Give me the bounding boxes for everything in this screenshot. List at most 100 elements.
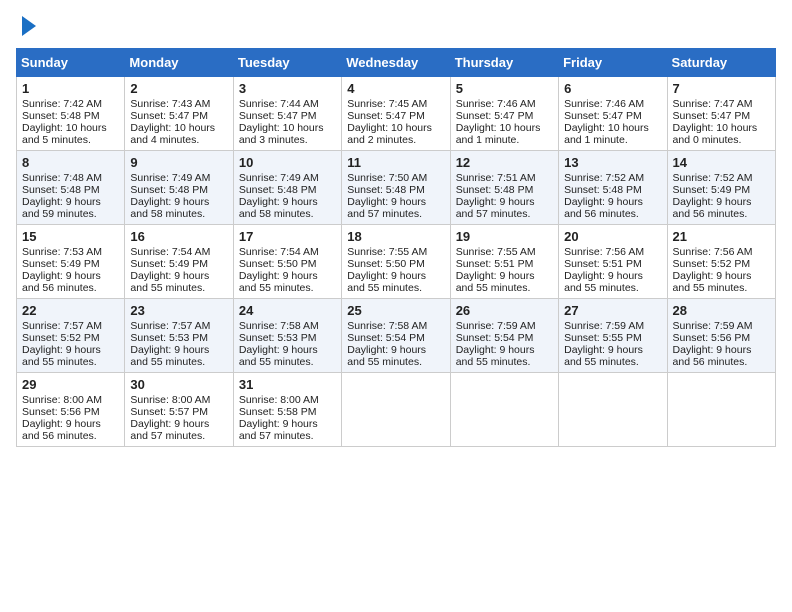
calendar-cell: 26Sunrise: 7:59 AMSunset: 5:54 PMDayligh… <box>450 299 558 373</box>
sunset-text: Sunset: 5:47 PM <box>456 110 534 122</box>
sunset-text: Sunset: 5:47 PM <box>673 110 751 122</box>
daylight-label: Daylight: 9 hours and 56 minutes. <box>22 270 101 294</box>
sunrise-text: Sunrise: 8:00 AM <box>22 394 102 406</box>
calendar-header-saturday: Saturday <box>667 49 775 77</box>
calendar-header-wednesday: Wednesday <box>342 49 450 77</box>
daylight-label: Daylight: 10 hours and 0 minutes. <box>673 122 758 146</box>
day-number: 29 <box>22 377 119 392</box>
calendar-cell: 19 Sunrise: 7:55 AMSunset: 5:51 PMDayligh… <box>450 225 558 299</box>
calendar-cell: 14Sunrise: 7:52 AMSunset: 5:49 PMDayligh… <box>667 151 775 225</box>
calendar-cell: 13Sunrise: 7:52 AMSunset: 5:48 PMDayligh… <box>559 151 667 225</box>
calendar-cell: 31Sunrise: 8:00 AMSunset: 5:58 PMDayligh… <box>233 373 341 447</box>
sunrise-text: Sunrise: 7:49 AM <box>130 172 210 184</box>
day-number: 10 <box>239 155 336 170</box>
day-number: 28 <box>673 303 770 318</box>
sunrise-text: Sunrise: 7:52 AM <box>564 172 644 184</box>
sunset-text: Sunset: 5:47 PM <box>564 110 642 122</box>
day-number: 7 <box>673 81 770 96</box>
day-number: 22 <box>22 303 119 318</box>
sunrise-text: Sunrise: 7:46 AM <box>456 98 536 110</box>
sunrise-text: Sunrise: 7:52 AM <box>673 172 753 184</box>
daylight-label: Daylight: 9 hours and 56 minutes. <box>673 344 752 368</box>
calendar-cell: 9Sunrise: 7:49 AMSunset: 5:48 PMDaylight… <box>125 151 233 225</box>
daylight-label: Daylight: 9 hours and 55 minutes. <box>22 344 101 368</box>
calendar-week-1: 1Sunrise: 7:42 AMSunset: 5:48 PMDaylight… <box>17 77 776 151</box>
calendar-cell: 5Sunrise: 7:46 AMSunset: 5:47 PMDaylight… <box>450 77 558 151</box>
calendar-header-row: SundayMondayTuesdayWednesdayThursdayFrid… <box>17 49 776 77</box>
day-number: 19 <box>456 229 553 244</box>
logo <box>16 16 36 36</box>
calendar-week-2: 8Sunrise: 7:48 AMSunset: 5:48 PMDaylight… <box>17 151 776 225</box>
sunset-text: Sunset: 5:51 PM <box>456 258 534 270</box>
calendar-cell: 16Sunrise: 7:54 AMSunset: 5:49 PMDayligh… <box>125 225 233 299</box>
sunrise-text: Sunrise: 7:56 AM <box>673 246 753 258</box>
calendar-cell <box>667 373 775 447</box>
calendar-cell: 8Sunrise: 7:48 AMSunset: 5:48 PMDaylight… <box>17 151 125 225</box>
daylight-label: Daylight: 9 hours and 59 minutes. <box>22 196 101 220</box>
sunrise-text: Sunrise: 8:00 AM <box>239 394 319 406</box>
calendar-cell: 18Sunrise: 7:55 AMSunset: 5:50 PMDayligh… <box>342 225 450 299</box>
daylight-label: Daylight: 9 hours and 55 minutes. <box>347 344 426 368</box>
sunrise-text: Sunrise: 7:55 AM <box>456 246 536 258</box>
sunset-text: Sunset: 5:47 PM <box>347 110 425 122</box>
day-number: 11 <box>347 155 444 170</box>
daylight-label: Daylight: 9 hours and 55 minutes. <box>456 270 535 294</box>
sunrise-text: Sunrise: 7:42 AM <box>22 98 102 110</box>
calendar-table: SundayMondayTuesdayWednesdayThursdayFrid… <box>16 48 776 447</box>
sunrise-text: Sunrise: 7:47 AM <box>673 98 753 110</box>
sunset-text: Sunset: 5:48 PM <box>130 184 208 196</box>
sunrise-text: Sunrise: 7:56 AM <box>564 246 644 258</box>
calendar-header-tuesday: Tuesday <box>233 49 341 77</box>
calendar-cell: 1Sunrise: 7:42 AMSunset: 5:48 PMDaylight… <box>17 77 125 151</box>
day-number: 18 <box>347 229 444 244</box>
daylight-label: Daylight: 9 hours and 55 minutes. <box>239 344 318 368</box>
calendar-cell: 17Sunrise: 7:54 AMSunset: 5:50 PMDayligh… <box>233 225 341 299</box>
calendar-cell: 29Sunrise: 8:00 AMSunset: 5:56 PMDayligh… <box>17 373 125 447</box>
calendar-cell: 4Sunrise: 7:45 AMSunset: 5:47 PMDaylight… <box>342 77 450 151</box>
sunrise-text: Sunrise: 8:00 AM <box>130 394 210 406</box>
sunset-text: Sunset: 5:53 PM <box>239 332 317 344</box>
calendar-cell: 7 Sunrise: 7:47 AMSunset: 5:47 PMDaylight… <box>667 77 775 151</box>
sunset-text: Sunset: 5:48 PM <box>22 184 100 196</box>
day-number: 9 <box>130 155 227 170</box>
day-number: 27 <box>564 303 661 318</box>
sunrise-text: Sunrise: 7:51 AM <box>456 172 536 184</box>
sunset-text: Sunset: 5:47 PM <box>130 110 208 122</box>
sunset-text: Sunset: 5:49 PM <box>673 184 751 196</box>
calendar-header-friday: Friday <box>559 49 667 77</box>
sunrise-text: Sunrise: 7:44 AM <box>239 98 319 110</box>
sunset-text: Sunset: 5:55 PM <box>564 332 642 344</box>
sunset-text: Sunset: 5:50 PM <box>347 258 425 270</box>
sunrise-text: Sunrise: 7:58 AM <box>347 320 427 332</box>
day-number: 21 <box>673 229 770 244</box>
calendar-header-sunday: Sunday <box>17 49 125 77</box>
calendar-cell: 22Sunrise: 7:57 AMSunset: 5:52 PMDayligh… <box>17 299 125 373</box>
daylight-label: Daylight: 9 hours and 56 minutes. <box>22 418 101 442</box>
calendar-cell: 20Sunrise: 7:56 AMSunset: 5:51 PMDayligh… <box>559 225 667 299</box>
daylight-label: Daylight: 10 hours and 5 minutes. <box>22 122 107 146</box>
calendar-cell: 10Sunrise: 7:49 AMSunset: 5:48 PMDayligh… <box>233 151 341 225</box>
daylight-label: Daylight: 10 hours and 1 minute. <box>456 122 541 146</box>
calendar-week-4: 22Sunrise: 7:57 AMSunset: 5:52 PMDayligh… <box>17 299 776 373</box>
sunset-text: Sunset: 5:52 PM <box>673 258 751 270</box>
sunset-text: Sunset: 5:54 PM <box>456 332 534 344</box>
calendar-cell: 11Sunrise: 7:50 AMSunset: 5:48 PMDayligh… <box>342 151 450 225</box>
sunrise-text: Sunrise: 7:57 AM <box>130 320 210 332</box>
day-number: 1 <box>22 81 119 96</box>
calendar-cell <box>450 373 558 447</box>
sunset-text: Sunset: 5:48 PM <box>564 184 642 196</box>
daylight-label: Daylight: 9 hours and 55 minutes. <box>130 270 209 294</box>
logo-arrow-icon <box>22 16 36 36</box>
day-number: 12 <box>456 155 553 170</box>
calendar-cell: 2Sunrise: 7:43 AMSunset: 5:47 PMDaylight… <box>125 77 233 151</box>
calendar-cell: 25Sunrise: 7:58 AMSunset: 5:54 PMDayligh… <box>342 299 450 373</box>
sunset-text: Sunset: 5:49 PM <box>22 258 100 270</box>
day-number: 2 <box>130 81 227 96</box>
day-number: 16 <box>130 229 227 244</box>
sunset-text: Sunset: 5:48 PM <box>239 184 317 196</box>
calendar-cell: 6Sunrise: 7:46 AMSunset: 5:47 PMDaylight… <box>559 77 667 151</box>
daylight-label: Daylight: 10 hours and 4 minutes. <box>130 122 215 146</box>
sunset-text: Sunset: 5:47 PM <box>239 110 317 122</box>
day-number: 30 <box>130 377 227 392</box>
calendar-week-3: 15Sunrise: 7:53 AMSunset: 5:49 PMDayligh… <box>17 225 776 299</box>
